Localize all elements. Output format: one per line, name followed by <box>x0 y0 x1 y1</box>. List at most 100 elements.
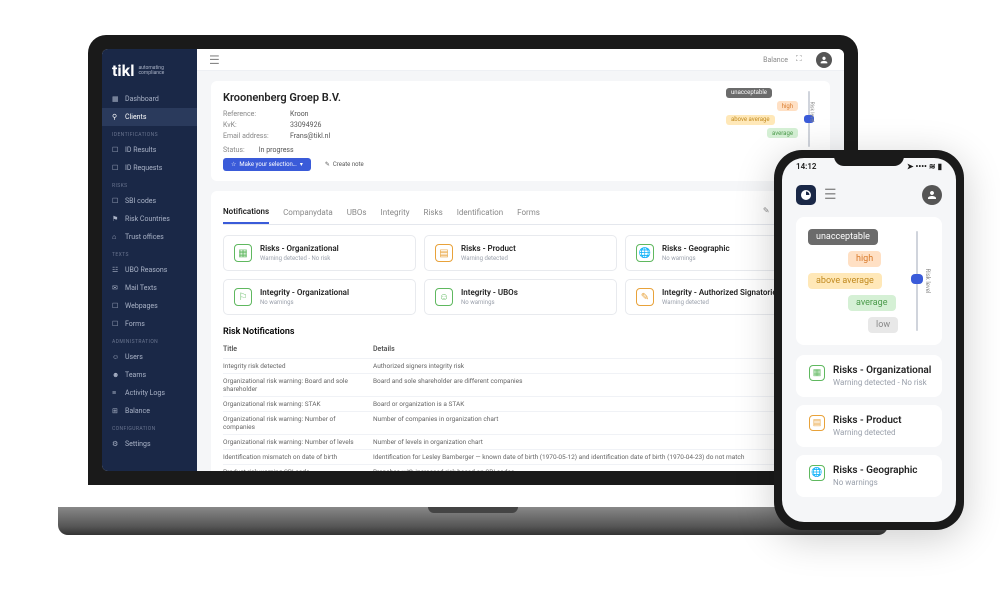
tabs: Notifications Companydata UBOs Integrity… <box>223 201 818 225</box>
trust-icon: ⌂ <box>112 233 120 241</box>
risk-card-title: Risks - Product <box>461 244 516 253</box>
phone-logo <box>796 185 816 205</box>
phone-chip-above: above average <box>808 273 882 289</box>
doc-icon: ▤ <box>809 415 825 431</box>
sidebar-item-trust-offices[interactable]: ⌂ Trust offices <box>102 228 197 246</box>
dashboard-icon: ▦ <box>112 95 120 103</box>
phone-risk-title: Risks - Organizational <box>833 365 931 376</box>
sidebar-item-risk-countries[interactable]: ⚑Risk Countries <box>102 210 197 228</box>
sidebar-item-balance[interactable]: ⊞Balance <box>102 402 197 420</box>
tab-forms[interactable]: Forms <box>517 202 540 223</box>
risk-grid: ▦ Risks - OrganizationalWarning detected… <box>223 235 818 315</box>
sidebar-item-mail-texts[interactable]: ✉Mail Texts <box>102 279 197 297</box>
nav-section-heading: IDENTIFICATIONS <box>102 126 197 141</box>
building-icon: ▦ <box>234 244 252 262</box>
sidebar-item-label: Trust offices <box>125 233 164 241</box>
phone-risk-item-org[interactable]: ▦ Risks - OrganizationalWarning detected… <box>796 355 942 397</box>
make-selection-button[interactable]: ☆ Make your selection… ▾ <box>223 158 311 171</box>
phone-menu-icon[interactable]: ☰ <box>824 187 837 203</box>
tab-ubos[interactable]: UBOs <box>347 202 367 223</box>
wifi-icon: ≋ <box>929 162 936 171</box>
sidebar-item-users[interactable]: ☺Users <box>102 348 197 366</box>
pen-icon: ✎ <box>636 288 654 306</box>
risk-meter: unacceptable high above average average … <box>726 87 816 141</box>
id-requests-icon: ☐ <box>112 164 120 172</box>
phone-risk-label: Risk level <box>924 269 931 294</box>
tab-companydata[interactable]: Companydata <box>283 202 333 223</box>
nav-section-heading: ADMINISTRATION <box>102 333 197 348</box>
sidebar-item-ubo-reasons[interactable]: ☳UBO Reasons <box>102 261 197 279</box>
phone-time: 14:12 <box>796 162 816 171</box>
tab-action-icon[interactable]: ✎ <box>763 206 770 220</box>
phone-risk-item-geo[interactable]: 🌐 Risks - GeographicNo warnings <box>796 455 942 497</box>
sidebar-item-label: Teams <box>125 371 146 379</box>
nav-section-heading: RISKS <box>102 177 197 192</box>
topbar: ☰ Balance ⛶ <box>197 49 844 71</box>
sidebar-item-forms[interactable]: ☐Forms <box>102 315 197 333</box>
mail-icon: ✉ <box>112 284 120 292</box>
phone-risk-item-product[interactable]: ▤ Risks - Product Warning detected <box>796 405 942 447</box>
table-row: Integrity risk detectedAuthorized signer… <box>223 358 818 373</box>
risk-card-organizational[interactable]: ▦ Risks - OrganizationalWarning detected… <box>223 235 416 271</box>
teams-icon: ☻ <box>112 371 120 379</box>
tab-notifications[interactable]: Notifications <box>223 201 269 224</box>
sidebar-item-label: Activity Logs <box>125 389 165 397</box>
risk-card-product[interactable]: ▤ Risks - ProductWarning detected <box>424 235 617 271</box>
sidebar-item-id-results[interactable]: ☐ID Results <box>102 141 197 159</box>
notif-title-cell: Identification mismatch on date of birth <box>223 453 373 461</box>
phone-risk-title: Risks - Geographic <box>833 465 918 476</box>
notif-col-title-heading: Title <box>223 345 373 353</box>
sidebar-item-label: SBI codes <box>125 197 156 205</box>
email-value: Frans@tikl.nl <box>290 132 330 140</box>
phone-content: Risk level unacceptable high above avera… <box>782 211 956 511</box>
tabs-card: Notifications Companydata UBOs Integrity… <box>211 191 830 471</box>
balance-icon: ⊞ <box>112 407 120 415</box>
risk-card-integrity-ubos[interactable]: ☺ Integrity - UBOsNo warnings <box>424 279 617 315</box>
create-note-button[interactable]: ✎ Create note <box>325 161 364 168</box>
phone-avatar[interactable] <box>922 185 942 205</box>
clients-icon: ⚲ <box>112 113 120 121</box>
risk-card-sub: Warning detected - No risk <box>260 255 339 262</box>
phone-chip-average: average <box>848 295 896 311</box>
sidebar-item-clients[interactable]: ⚲ Clients <box>102 108 197 126</box>
org-icon: ⚐ <box>234 288 252 306</box>
battery-icon: ▮ <box>938 162 942 171</box>
web-icon: ☐ <box>112 302 120 310</box>
sidebar-item-webpages[interactable]: ☐Webpages <box>102 297 197 315</box>
risk-chip-average: average <box>767 128 798 138</box>
notif-title-cell: Organizational risk warning: STAK <box>223 400 373 408</box>
building-icon: ▦ <box>809 365 825 381</box>
nav-section-heading: TEXTS <box>102 246 197 261</box>
phone-risk-title: Risks - Product <box>833 415 901 426</box>
id-results-icon: ☐ <box>112 146 120 154</box>
tab-risks[interactable]: Risks <box>424 202 443 223</box>
tab-integrity[interactable]: Integrity <box>381 202 410 223</box>
sidebar-item-activity[interactable]: ≡ Activity Logs <box>102 384 197 402</box>
sidebar-item-settings[interactable]: ⚙Settings <box>102 435 197 453</box>
risk-card-sub: No warnings <box>662 255 730 262</box>
sidebar-item-teams[interactable]: ☻ Teams <box>102 366 197 384</box>
sidebar-item-id-requests[interactable]: ☐ID Requests <box>102 159 197 177</box>
table-row: Organizational risk warning: Board and s… <box>223 373 818 396</box>
doc-icon: ▤ <box>435 244 453 262</box>
table-row: Identification mismatch on date of birth… <box>223 449 818 464</box>
balance-label[interactable]: Balance <box>763 56 788 64</box>
risk-card-sub: No warnings <box>461 299 518 306</box>
phone-risk-sub: Warning detected <box>833 428 901 437</box>
notif-col-details-heading: Details <box>373 345 395 353</box>
notif-details-cell: Branches with increased risk based on SB… <box>373 468 514 471</box>
activity-icon: ≡ <box>112 389 120 397</box>
notifications-heading: Risk Notifications <box>223 327 818 337</box>
tab-identification[interactable]: Identification <box>457 202 503 223</box>
menu-toggle-icon[interactable]: ☰ <box>209 53 220 67</box>
sidebar-item-sbi[interactable]: ☐SBI codes <box>102 192 197 210</box>
sidebar-item-label: Settings <box>125 440 151 448</box>
risk-chip-above: above average <box>726 115 775 125</box>
risk-chip-high: high <box>777 101 798 111</box>
notif-details-cell: Board and sole shareholder are different… <box>373 377 522 393</box>
sidebar-item-dashboard[interactable]: ▦ Dashboard <box>102 90 197 108</box>
risk-card-integrity-org[interactable]: ⚐ Integrity - OrganizationalNo warnings <box>223 279 416 315</box>
user-avatar[interactable] <box>816 52 832 68</box>
phone-risk-handle[interactable] <box>911 274 923 284</box>
expand-icon[interactable]: ⛶ <box>796 54 808 66</box>
